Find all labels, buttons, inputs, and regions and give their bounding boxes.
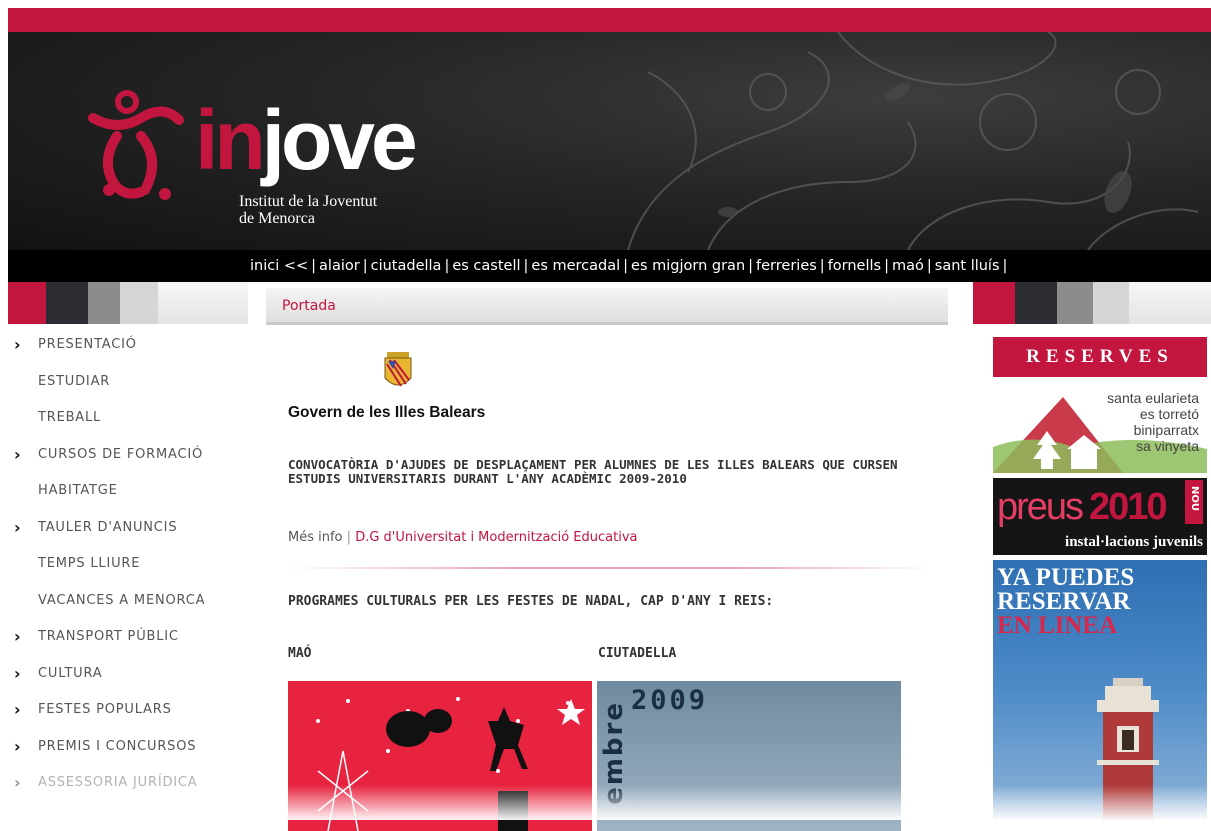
jumping-figure-icon [88, 90, 184, 200]
divider [288, 567, 932, 569]
ciutadella-heading: CIUTADELLA [598, 646, 677, 661]
hostel-item[interactable]: es torretó [1107, 406, 1199, 422]
chevron-right-icon: › [14, 517, 21, 537]
logo[interactable]: injove Institut de la Joventut de Menorc… [83, 90, 463, 240]
sidebar-item-label: HABITATGE [38, 483, 118, 498]
sidebar-item-8[interactable]: › TRANSPORT PÚBLIC [8, 626, 248, 663]
hostel-item[interactable]: sa vinyeta [1107, 438, 1199, 454]
sidebar-item-label: FESTES POPULARS [38, 702, 172, 717]
left-stripe-decoration [8, 282, 248, 324]
nav-link-ciutadella[interactable]: ciutadella [371, 258, 442, 274]
sidebar-item-7[interactable]: VACANCES A MENORCA [8, 590, 248, 627]
nav-separator: | [444, 258, 450, 274]
sidebar-item-label: TAULER D'ANUNCIS [38, 519, 178, 535]
hostel-item[interactable]: santa eularieta [1107, 390, 1199, 406]
sidebar-item-label: TEMPS LLIURE [38, 556, 141, 571]
hostels-list: santa eularieta es torretó biniparratx sa v… [1107, 390, 1199, 454]
dg-universitat-link[interactable]: D.G d'Universitat i Modernització Educat… [355, 530, 637, 545]
announcement-title[interactable]: CONVOCATÒRIA D'AJUDES DE DESPLAÇAMENT PE… [288, 458, 918, 486]
top-accent-bar [8, 8, 1211, 32]
nav-separator: | [623, 258, 629, 274]
nav-separator: | [362, 258, 368, 274]
sidebar-item-label: TRANSPORT PÚBLIC [38, 629, 179, 644]
sidebar-item-1[interactable]: ESTUDIAR [8, 371, 248, 408]
chevron-right-icon: › [14, 663, 21, 683]
nav-link-ferreries[interactable]: ferreries [756, 258, 817, 274]
sidebar-item-10[interactable]: › FESTES POPULARS [8, 699, 248, 736]
town-links: inici << | alaior | ciutadella | es castell | es… [250, 258, 1010, 274]
nav-link-sant-lluís[interactable]: sant lluís [935, 258, 1000, 274]
sidebar-item-0[interactable]: › PRESENTACIÓ [8, 334, 248, 371]
hostel-item[interactable]: biniparratx [1107, 422, 1199, 438]
nav-link-alaior[interactable]: alaior [319, 258, 360, 274]
sidebar-item-4[interactable]: HABITATGE [8, 480, 248, 517]
nav-separator: | [926, 258, 932, 274]
sidebar-item-2[interactable]: TREBALL [8, 407, 248, 444]
breadcrumb-current[interactable]: Portada [282, 298, 336, 314]
chevron-right-icon: › [14, 335, 21, 354]
site-header: injove Institut de la Joventut de Menorc… [8, 32, 1211, 250]
nav-separator: | [1002, 258, 1008, 274]
reserves-banner[interactable]: RESERVES santa eularieta es torretó binipa… [993, 337, 1207, 473]
nou-badge: NOU [1185, 480, 1203, 524]
logo-wordmark: injove [195, 93, 418, 187]
nav-separator: | [311, 258, 317, 274]
sidebar-item-5[interactable]: › TAULER D'ANUNCIS [8, 517, 248, 554]
chevron-right-icon: › [14, 736, 21, 756]
sidebar-item-label: CURSOS DE FORMACIÓ [38, 446, 204, 462]
more-info-link[interactable]: Més info [288, 530, 343, 545]
nav-link-inici[interactable]: inici << [250, 258, 308, 274]
chevron-right-icon: › [14, 627, 21, 646]
sidebar-item-label: CULTURA [38, 665, 103, 681]
sidebar-menu: › PRESENTACIÓ ESTUDIAR TREBALL › CURSOS DE FO… [8, 334, 248, 809]
sidebar-item-3[interactable]: › CURSOS DE FORMACIÓ [8, 444, 248, 481]
more-info-line: Més info | D.G d'Universitat i Modernitz… [288, 530, 638, 545]
nav-link-es-migjorn-gran[interactable]: es migjorn gran [631, 258, 745, 274]
sidebar-item-11[interactable]: › PREMIS I CONCURSOS [8, 736, 248, 773]
mao-heading: MAÓ [288, 646, 312, 661]
nav-separator: | [523, 258, 529, 274]
nav-link-es-castell[interactable]: es castell [452, 258, 520, 274]
online-booking-banner[interactable]: YA PUEDES RESERVAR EN LINEA [993, 560, 1207, 820]
logo-subtitle: Institut de la Joventut de Menorca [239, 193, 378, 227]
nav-separator: | [748, 258, 754, 274]
govern-logo-text: Govern de les Illes Balears [288, 404, 486, 421]
sidebar-item-label: VACANCES A MENORCA [38, 592, 206, 608]
nav-separator: | [884, 258, 889, 274]
sidebar-item-6[interactable]: TEMPS LLIURE [8, 553, 248, 590]
nav-separator: | [819, 258, 825, 274]
sidebar-item-9[interactable]: › CULTURA [8, 663, 248, 700]
chevron-right-icon: › [14, 700, 21, 719]
breadcrumb: Portada [266, 288, 948, 325]
coat-of-arms-icon [384, 352, 412, 387]
nav-link-maó[interactable]: maó [892, 258, 924, 274]
cultural-programs-heading: PROGRAMES CULTURALS PER LES FESTES DE NA… [288, 594, 774, 609]
sidebar-item-label: ESTUDIAR [38, 373, 111, 389]
reserves-title: RESERVES [993, 337, 1207, 377]
nav-link-es-mercadal[interactable]: es mercadal [531, 258, 620, 274]
chevron-right-icon: › [14, 444, 21, 464]
sidebar-item-label: PRESENTACIÓ [38, 337, 137, 352]
nav-link-fornells[interactable]: fornells [828, 258, 881, 274]
top-navigation: inici << | alaior | ciutadella | es castell | es… [8, 250, 1211, 282]
preus-2010-banner[interactable]: preus 2010 NOU instal·lacions juvenils [993, 478, 1207, 555]
sidebar-item-label: TREBALL [38, 410, 102, 425]
sidebar-item-label: PREMIS I CONCURSOS [38, 738, 197, 754]
bottom-fade [0, 785, 1211, 820]
right-stripe-decoration [973, 282, 1211, 324]
